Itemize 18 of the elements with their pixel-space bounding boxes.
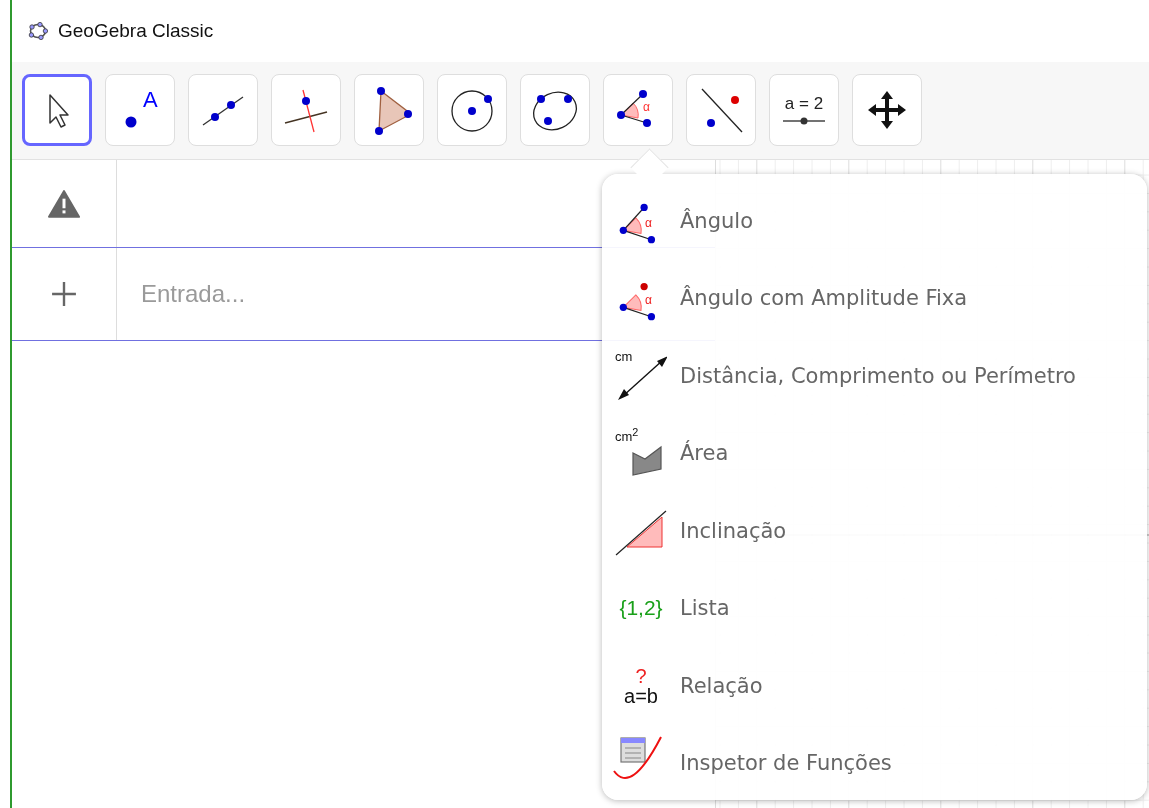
menu-item[interactable]: Inclinação — [602, 492, 1147, 570]
menu-item[interactable]: α Ângulo com Amplitude Fixa — [602, 259, 1147, 337]
menu-item[interactable]: {1,2} Lista — [602, 569, 1147, 647]
window-title: GeoGebra Classic — [58, 20, 214, 42]
menu-item[interactable]: α Ângulo — [602, 182, 1147, 260]
plus-icon[interactable] — [51, 281, 77, 307]
app-logo-icon — [28, 21, 48, 41]
menu-item[interactable]: Inspetor de Funções — [602, 724, 1147, 802]
input-field[interactable]: Entrada... — [137, 276, 585, 312]
menu-item[interactable]: cm Distância, Comprimento ou Perímetro — [602, 337, 1147, 415]
tool-button[interactable]: α — [603, 74, 673, 146]
warning-icon — [48, 189, 80, 218]
relation-icon: ? a=b — [624, 665, 658, 706]
menu-item[interactable]: cm$^{2}$ Área — [602, 414, 1147, 492]
menu-item[interactable]: ? a=b Relação — [602, 647, 1147, 725]
list-icon: {1,2} — [619, 596, 663, 621]
tool-button[interactable]: a = 2 — [769, 74, 839, 146]
tool-button[interactable]: A — [105, 74, 175, 146]
